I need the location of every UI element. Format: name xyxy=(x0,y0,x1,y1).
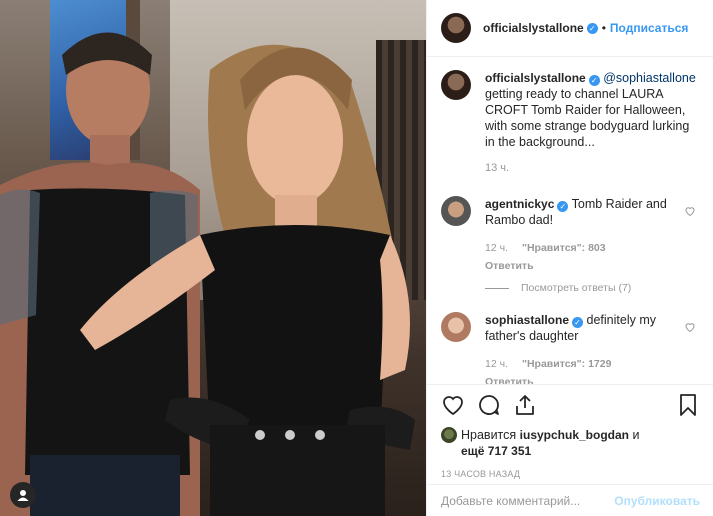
comment-input[interactable] xyxy=(441,493,615,508)
heart-icon[interactable] xyxy=(684,205,696,217)
liker-avatar[interactable] xyxy=(441,427,457,443)
separator-dot: • xyxy=(601,21,606,35)
commenter-avatar[interactable] xyxy=(441,312,471,342)
verified-icon: ✓ xyxy=(588,75,600,86)
post-photo[interactable] xyxy=(0,0,426,516)
verified-icon: ✓ xyxy=(557,201,569,212)
likes-prefix: Нравится xyxy=(461,428,517,442)
view-replies-button[interactable]: Посмотреть ответы (7) xyxy=(485,280,700,296)
post-actions: Нравится iusypchuk_bogdan и ещё 717 351 … xyxy=(427,384,713,479)
caption-text: getting ready to channel LAURA CROFT Tom… xyxy=(485,87,690,149)
caption: officialslystallone ✓ @sophiastallone get… xyxy=(441,70,700,150)
comment-icon[interactable] xyxy=(475,391,503,419)
post-sidebar: officialslystallone ✓ • Подписаться offi… xyxy=(426,0,713,516)
comment-username[interactable]: sophiastallone xyxy=(485,313,569,327)
likes-count[interactable]: ещё 717 351 xyxy=(461,444,531,458)
publish-button[interactable]: Опубликовать xyxy=(614,494,700,508)
comment-likes[interactable]: "Нравится": 803 xyxy=(522,240,606,256)
comment-likes[interactable]: "Нравится": 1729 xyxy=(522,356,611,372)
replies-line xyxy=(485,287,509,289)
user-tag-icon[interactable] xyxy=(10,482,36,508)
verified-icon: ✓ xyxy=(572,317,584,328)
post-header: officialslystallone ✓ • Подписаться xyxy=(427,0,713,57)
comment-item: sophiastallone ✓ definitely my father's d… xyxy=(441,312,700,388)
author-avatar[interactable] xyxy=(441,13,471,43)
caption-username[interactable]: officialslystallone xyxy=(485,71,586,85)
liker-username[interactable]: iusypchuk_bogdan xyxy=(520,428,629,442)
follow-button[interactable]: Подписаться xyxy=(610,21,688,35)
post-timestamp[interactable]: 13 ЧАСОВ НАЗАД xyxy=(441,469,702,479)
comment-time[interactable]: 12 ч. xyxy=(485,240,508,256)
commenter-avatar[interactable] xyxy=(441,196,471,226)
share-icon[interactable] xyxy=(511,391,539,419)
reply-button[interactable]: Ответить xyxy=(485,258,534,274)
comment-username[interactable]: agentnickyc xyxy=(485,197,554,211)
add-comment-bar: Опубликовать xyxy=(427,484,713,516)
caption-avatar[interactable] xyxy=(441,70,471,100)
bookmark-icon[interactable] xyxy=(674,391,702,419)
heart-icon[interactable] xyxy=(684,321,696,333)
verified-icon: ✓ xyxy=(586,22,598,34)
like-heart-icon[interactable] xyxy=(439,391,467,419)
likes-summary: Нравится iusypchuk_bogdan и ещё 717 351 xyxy=(439,427,702,459)
woman-figure xyxy=(80,44,415,516)
view-replies-label: Посмотреть ответы (7) xyxy=(521,282,632,294)
comment-item: agentnickyc ✓ Tomb Raider and Rambo dad! … xyxy=(441,196,700,296)
likes-and: и xyxy=(632,428,640,442)
caption-time[interactable]: 13 ч. xyxy=(485,162,700,174)
comment-time[interactable]: 12 ч. xyxy=(485,356,508,372)
comments-list[interactable]: officialslystallone ✓ @sophiastallone get… xyxy=(427,70,713,388)
author-username[interactable]: officialslystallone xyxy=(483,21,584,35)
caption-mention[interactable]: @sophiastallone xyxy=(603,71,696,85)
